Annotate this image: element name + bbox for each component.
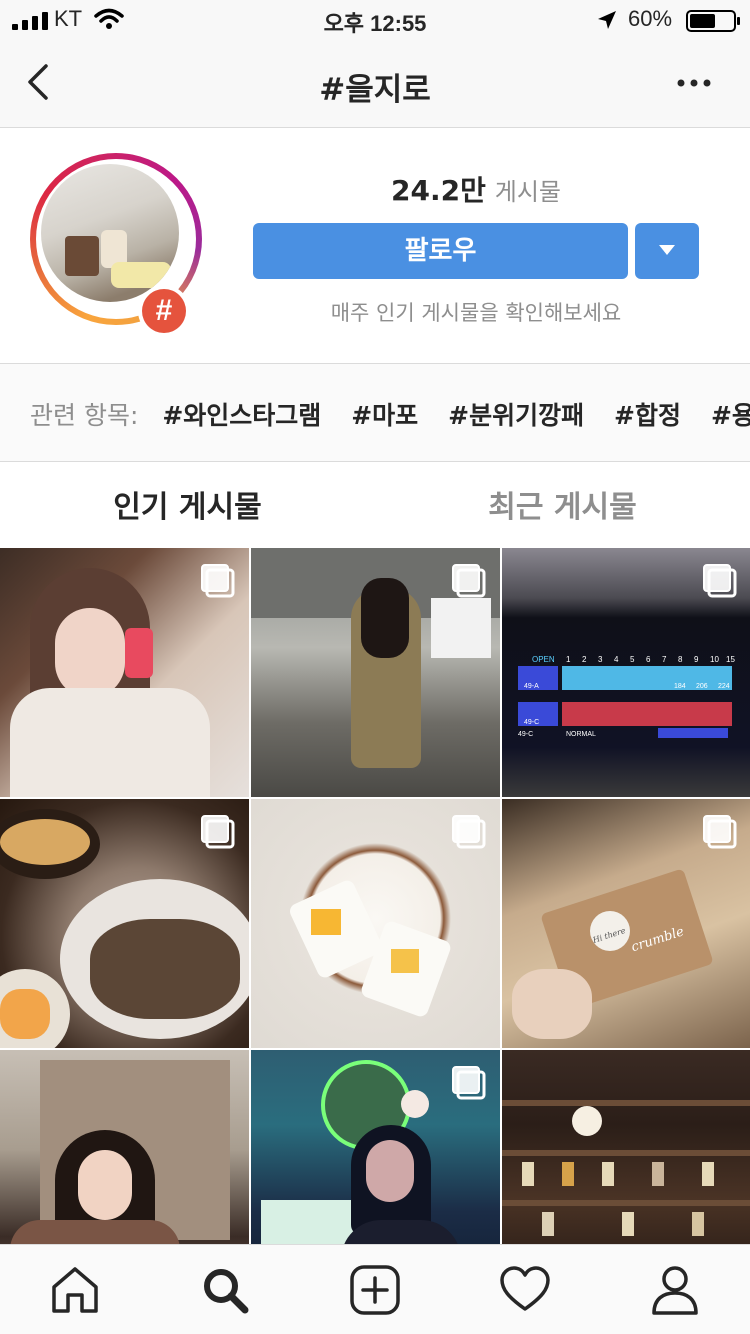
post-thumbnail[interactable]: Hi there crumble [502, 799, 750, 1048]
scoreboard-player: 49-C [524, 719, 539, 726]
post-thumbnail[interactable] [0, 1050, 249, 1244]
scoreboard-total: 206 [696, 683, 708, 690]
scoreboard-frame-number: 9 [694, 655, 699, 664]
multiple-photos-icon [201, 564, 235, 598]
related-tag[interactable]: #용산 [711, 401, 750, 430]
crumble-text-small: Hi there [591, 926, 627, 945]
follow-button[interactable]: 팔로우 [253, 223, 628, 279]
scoreboard-frame-number: 7 [662, 655, 667, 664]
battery-icon [686, 10, 740, 32]
related-tag[interactable]: #분위기깡패 [448, 401, 584, 430]
more-options-icon[interactable] [676, 78, 712, 88]
tab-top-posts[interactable]: 인기 게시물 [0, 482, 375, 526]
post-thumbnail[interactable] [0, 548, 249, 797]
scoreboard-frame-number: 3 [598, 655, 603, 664]
post-thumbnail[interactable] [251, 799, 500, 1048]
multiple-photos-icon [452, 1066, 486, 1100]
crumble-text: crumble [630, 924, 687, 955]
search-icon[interactable] [198, 1263, 252, 1317]
profile-icon[interactable] [648, 1263, 702, 1317]
post-thumbnail[interactable] [251, 1050, 500, 1244]
scoreboard-frame-number: 15 [726, 655, 735, 664]
tab-recent-posts[interactable]: 최근 게시물 [375, 482, 750, 526]
scoreboard-player: 49-A [524, 683, 539, 690]
scoreboard-total: 224 [718, 683, 730, 690]
status-bar: KT 오후 12:55 60% [0, 0, 750, 40]
home-icon[interactable] [48, 1263, 102, 1317]
multiple-photos-icon [703, 815, 737, 849]
posts-grid: OPEN 1 2 3 4 5 6 7 8 9 10 15 49-A 49-C 184 206 224… [0, 548, 750, 1244]
location-arrow-icon [598, 11, 616, 29]
hashtag-badge-icon: # [142, 289, 186, 333]
post-thumbnail[interactable]: OPEN 1 2 3 4 5 6 7 8 9 10 15 49-A 49-C 184 206 224… [502, 548, 750, 797]
scoreboard-open: OPEN [532, 655, 555, 664]
post-thumbnail[interactable] [0, 799, 249, 1048]
scoreboard-frame-number: 2 [582, 655, 587, 664]
scoreboard-frame-number: 1 [566, 655, 571, 664]
related-label: 관련 항목: [30, 401, 139, 430]
bottom-tab-bar [0, 1244, 750, 1334]
posts-count: 24.2만 게시물 [252, 169, 700, 209]
scoreboard-total: 184 [674, 683, 686, 690]
multiple-photos-icon [703, 564, 737, 598]
scoreboard-frame-number: 4 [614, 655, 619, 664]
posts-count-number: 24.2만 [390, 174, 486, 207]
multiple-photos-icon [452, 815, 486, 849]
scoreboard-frame-number: 5 [630, 655, 635, 664]
battery-percent: 60% [628, 6, 673, 31]
nav-bar: #을지로 [0, 40, 750, 128]
related-tag[interactable]: #와인스타그램 [162, 401, 321, 430]
post-thumbnail[interactable] [251, 548, 500, 797]
related-tag[interactable]: #마포 [351, 401, 418, 430]
avatar-photo [41, 164, 179, 302]
multiple-photos-icon [452, 564, 486, 598]
hashtag-header: # 24.2만 게시물 팔로우 매주 인기 게시물을 확인해보세요 [0, 129, 750, 364]
related-tag[interactable]: #합정 [614, 401, 681, 430]
scoreboard-frame-number: 10 [710, 655, 719, 664]
scoreboard-frame-number: 6 [646, 655, 651, 664]
add-post-icon[interactable] [348, 1263, 402, 1317]
post-thumbnail[interactable] [502, 1050, 750, 1244]
hashtag-badge: # [138, 285, 190, 337]
posts-count-label: 게시물 [494, 178, 561, 206]
weekly-hint-text: 매주 인기 게시물을 확인해보세요 [330, 301, 622, 325]
chevron-down-icon [659, 245, 675, 255]
follow-dropdown-button[interactable] [635, 223, 699, 279]
page-title: #을지로 [319, 72, 431, 108]
related-hashtags: 관련 항목: #와인스타그램 #마포 #분위기깡패 #합정 #용산 [0, 364, 750, 462]
post-tabs: 인기 게시물 최근 게시물 [0, 462, 750, 548]
activity-heart-icon[interactable] [498, 1263, 552, 1317]
avatar-photo-detail [65, 236, 99, 276]
scoreboard-mode: NORMAL [566, 731, 596, 738]
scoreboard-frame-number: 8 [678, 655, 683, 664]
scoreboard-player: 49-C [518, 731, 533, 738]
multiple-photos-icon [201, 815, 235, 849]
